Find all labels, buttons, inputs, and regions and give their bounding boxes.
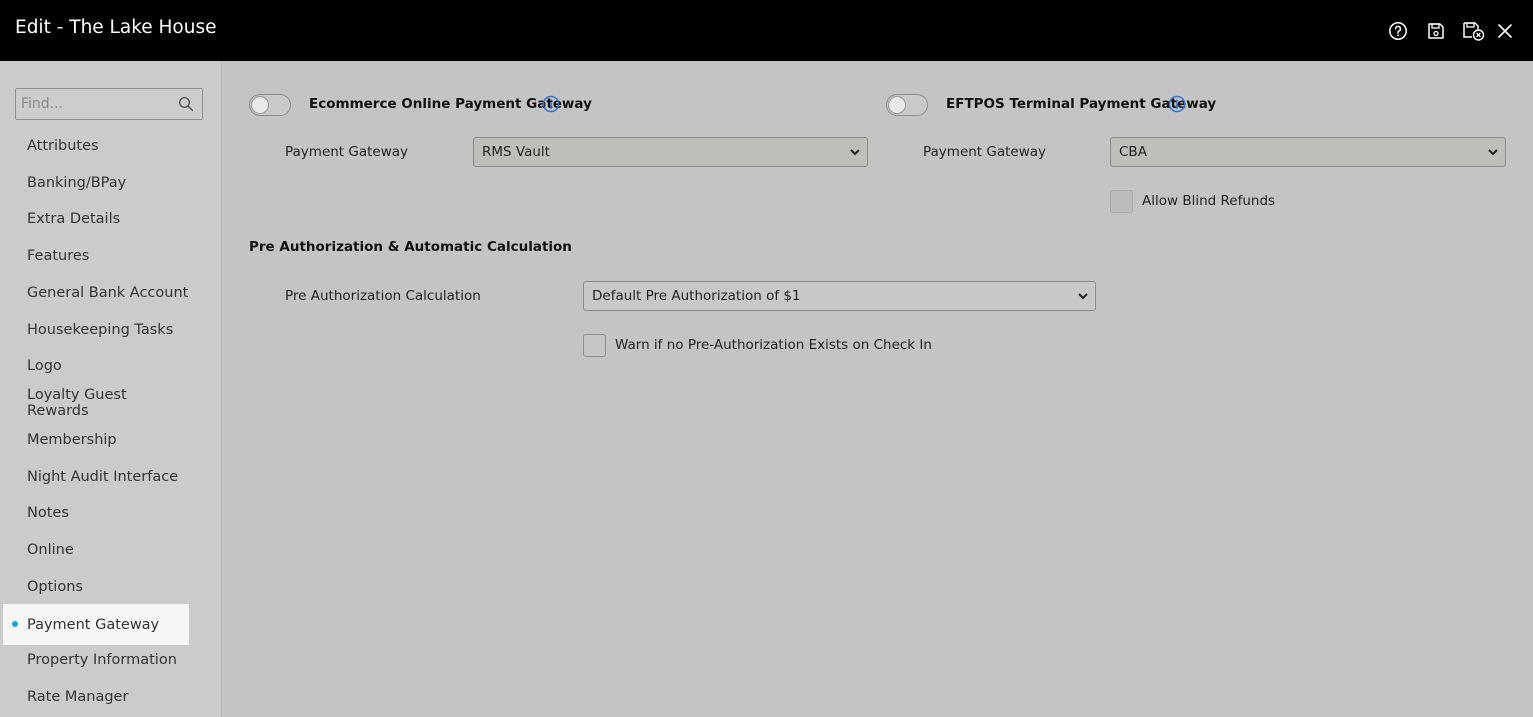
- sidebar: Attributes Banking/BPay Extra Details Fe…: [0, 61, 222, 717]
- title-bar: Edit - The Lake House: [0, 0, 1533, 61]
- sidebar-item-label: General Bank Account: [27, 285, 189, 301]
- select-value: RMS Vault: [482, 144, 550, 160]
- ecommerce-gateway-toggle[interactable]: [249, 94, 291, 116]
- preauth-calc-label: Pre Authorization Calculation: [285, 288, 481, 304]
- sidebar-item-general-bank-account[interactable]: General Bank Account: [3, 275, 189, 311]
- sidebar-item-label: Extra Details: [27, 211, 121, 227]
- sidebar-item-logo[interactable]: Logo: [3, 348, 189, 384]
- search-box: [15, 88, 203, 120]
- sidebar-item-rate-manager[interactable]: Rate Manager: [3, 679, 189, 715]
- sidebar-item-label: Membership: [27, 432, 117, 448]
- chevron-down-icon: [1488, 149, 1498, 156]
- select-value: Default Pre Authorization of $1: [592, 288, 801, 304]
- info-icon[interactable]: [1168, 95, 1186, 113]
- sidebar-item-label: Property Information: [27, 652, 177, 668]
- search-input[interactable]: [16, 89, 176, 119]
- sidebar-item-label: Banking/BPay: [27, 175, 127, 191]
- allow-blind-refunds-label: Allow Blind Refunds: [1142, 193, 1276, 209]
- sidebar-item-label: Payment Gateway: [27, 616, 160, 633]
- save-and-close-icon[interactable]: [1462, 20, 1486, 42]
- sidebar-item-label: Loyalty Guest Rewards: [27, 387, 127, 419]
- sidebar-item-night-audit-interface[interactable]: Night Audit Interface: [3, 459, 189, 495]
- ecommerce-gateway-select[interactable]: RMS Vault: [473, 137, 868, 167]
- window-title: Edit - The Lake House: [15, 17, 217, 38]
- sidebar-item-label: Night Audit Interface: [27, 469, 179, 485]
- eftpos-gateway-select[interactable]: CBA: [1110, 137, 1506, 167]
- eftpos-gateway-toggle[interactable]: [886, 94, 928, 116]
- sidebar-item-loyalty-guest-rewards[interactable]: Loyalty Guest Rewards: [3, 385, 189, 421]
- preauth-calc-select[interactable]: Default Pre Authorization of $1: [583, 281, 1096, 311]
- allow-blind-refunds-checkbox[interactable]: [1110, 190, 1133, 213]
- chevron-down-icon: [1078, 293, 1088, 300]
- preauth-section-title: Pre Authorization & Automatic Calculatio…: [249, 239, 572, 255]
- eftpos-gateway-label: Payment Gateway: [923, 144, 1047, 160]
- sidebar-item-membership[interactable]: Membership: [3, 422, 189, 458]
- active-indicator-dot: [12, 621, 18, 627]
- sidebar-item-attributes[interactable]: Attributes: [3, 128, 189, 164]
- help-icon[interactable]: [1387, 20, 1409, 42]
- save-icon[interactable]: [1425, 20, 1447, 42]
- toggle-knob: [251, 96, 269, 114]
- sidebar-item-label: Online: [27, 542, 74, 558]
- ecommerce-gateway-label: Payment Gateway: [285, 144, 409, 160]
- sidebar-item-label: Options: [27, 579, 83, 595]
- sidebar-item-label: Housekeeping Tasks: [27, 322, 174, 338]
- info-icon[interactable]: [542, 95, 560, 113]
- main-panel: Ecommerce Online Payment Gateway Payment…: [223, 61, 1533, 717]
- sidebar-item-payment-gateway[interactable]: Payment Gateway: [3, 604, 189, 645]
- sidebar-item-housekeeping-tasks[interactable]: Housekeeping Tasks: [3, 312, 189, 348]
- warn-no-preauth-label: Warn if no Pre-Authorization Exists on C…: [615, 337, 932, 353]
- sidebar-item-online[interactable]: Online: [3, 532, 189, 568]
- sidebar-item-extra-details[interactable]: Extra Details: [3, 201, 189, 237]
- close-icon[interactable]: [1494, 20, 1516, 42]
- toggle-knob: [888, 96, 906, 114]
- select-value: CBA: [1119, 144, 1147, 160]
- sidebar-item-label: Features: [27, 248, 90, 264]
- sidebar-item-label: Attributes: [27, 138, 99, 154]
- sidebar-item-label: Logo: [27, 358, 62, 374]
- sidebar-item-notes[interactable]: Notes: [3, 495, 189, 531]
- sidebar-item-features[interactable]: Features: [3, 238, 189, 274]
- sidebar-item-banking-bpay[interactable]: Banking/BPay: [3, 165, 189, 201]
- search-icon[interactable]: [178, 96, 194, 112]
- warn-no-preauth-checkbox[interactable]: [583, 334, 606, 357]
- sidebar-item-label: Rate Manager: [27, 689, 129, 705]
- sidebar-item-options[interactable]: Options: [3, 569, 189, 605]
- sidebar-item-property-information[interactable]: Property Information: [3, 642, 189, 678]
- chevron-down-icon: [850, 149, 860, 156]
- sidebar-item-label: Notes: [27, 505, 69, 521]
